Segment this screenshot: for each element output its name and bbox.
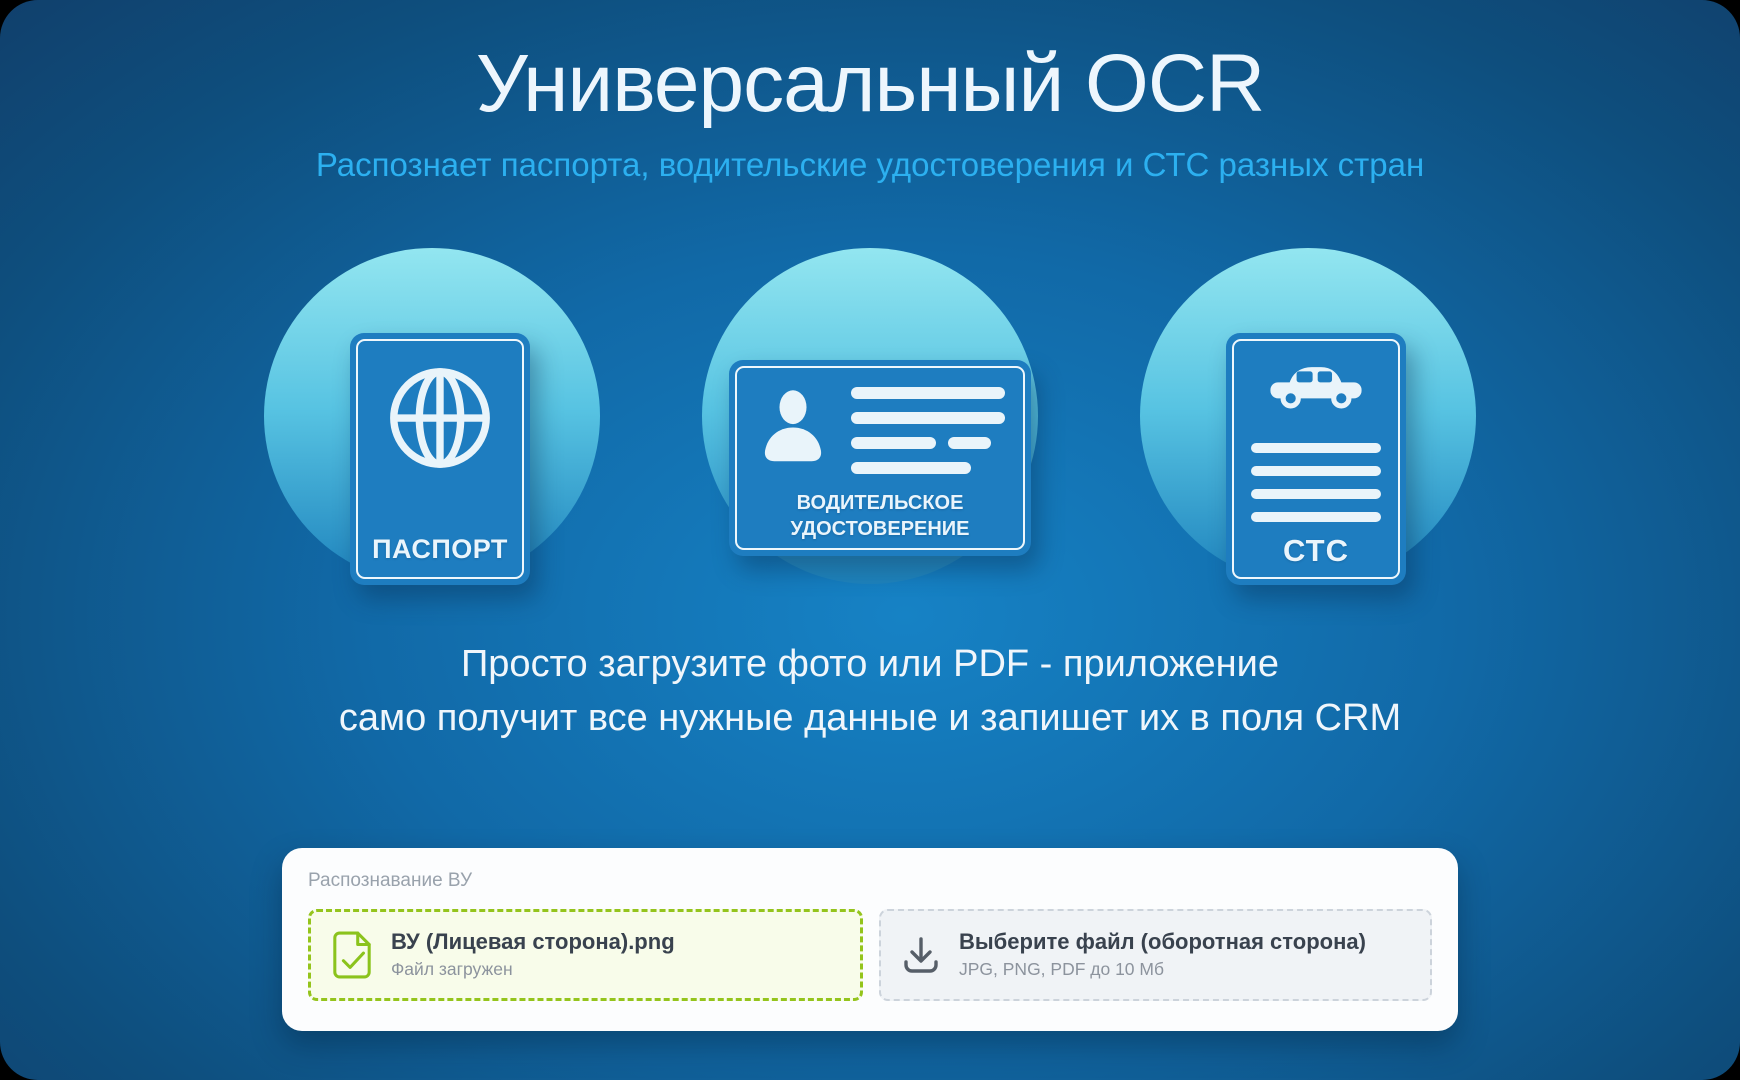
sts-card: СТС [1226, 332, 1406, 585]
widget-header: Распознавание ВУ [308, 869, 473, 891]
feature-circle-passport: ПАСПОРТ [264, 247, 600, 585]
recognition-widget: Распознавание ВУ ВУ (Лицевая сторона).pn… [282, 847, 1458, 1031]
description-line-1: Просто загрузите фото или PDF - приложен… [460, 642, 1280, 685]
promo-banner: Универсальный OCR Распознает паспорта, в… [0, 0, 1740, 1080]
choose-file-hint: JPG, PNG, PDF до 10 Мб [959, 959, 1165, 980]
choose-file-dropzone[interactable]: Выберите файл (оборотная сторона) JPG, P… [879, 908, 1432, 1001]
file-check-icon [333, 931, 371, 979]
choose-file-label: Выберите файл (оборотная сторона) [959, 929, 1366, 955]
feature-circle-sts: СТС [1140, 247, 1476, 585]
feature-circles: ПАСПОРТ ВОДИТЕЛЬСКОЕ УДОСТОВЕРЕНИЕ СТС [0, 247, 1740, 585]
uploaded-file-name: ВУ (Лицевая сторона).png [391, 929, 675, 955]
page-subtitle: Распознает паспорта, водительские удосто… [315, 145, 1425, 183]
uploaded-file-dropzone[interactable]: ВУ (Лицевая сторона).png Файл загружен [308, 908, 863, 1001]
driver-license-card: ВОДИТЕЛЬСКОЕ УДОСТОВЕРЕНИЕ [729, 359, 1031, 556]
passport-label: ПАСПОРТ [372, 533, 508, 564]
sts-text-lines [1251, 442, 1381, 522]
description-line-2: само получит все нужные данные и запишет… [338, 696, 1402, 739]
passport-card: ПАСПОРТ [350, 332, 530, 585]
description-text: Просто загрузите фото или PDF - приложен… [0, 638, 1740, 746]
driver-license-label: ВОДИТЕЛЬСКОЕ УДОСТОВЕРЕНИЕ [790, 492, 970, 541]
feature-circle-driver-license: ВОДИТЕЛЬСКОЕ УДОСТОВЕРЕНИЕ [702, 247, 1038, 584]
globe-icon [390, 367, 490, 468]
sts-label: СТС [1283, 532, 1349, 568]
download-icon [904, 937, 938, 973]
license-text-lines [851, 384, 1005, 476]
person-icon [764, 390, 822, 462]
car-icon [1270, 366, 1362, 409]
page-title: Универсальный OCR [475, 38, 1266, 129]
uploaded-file-status: Файл загружен [391, 959, 513, 980]
